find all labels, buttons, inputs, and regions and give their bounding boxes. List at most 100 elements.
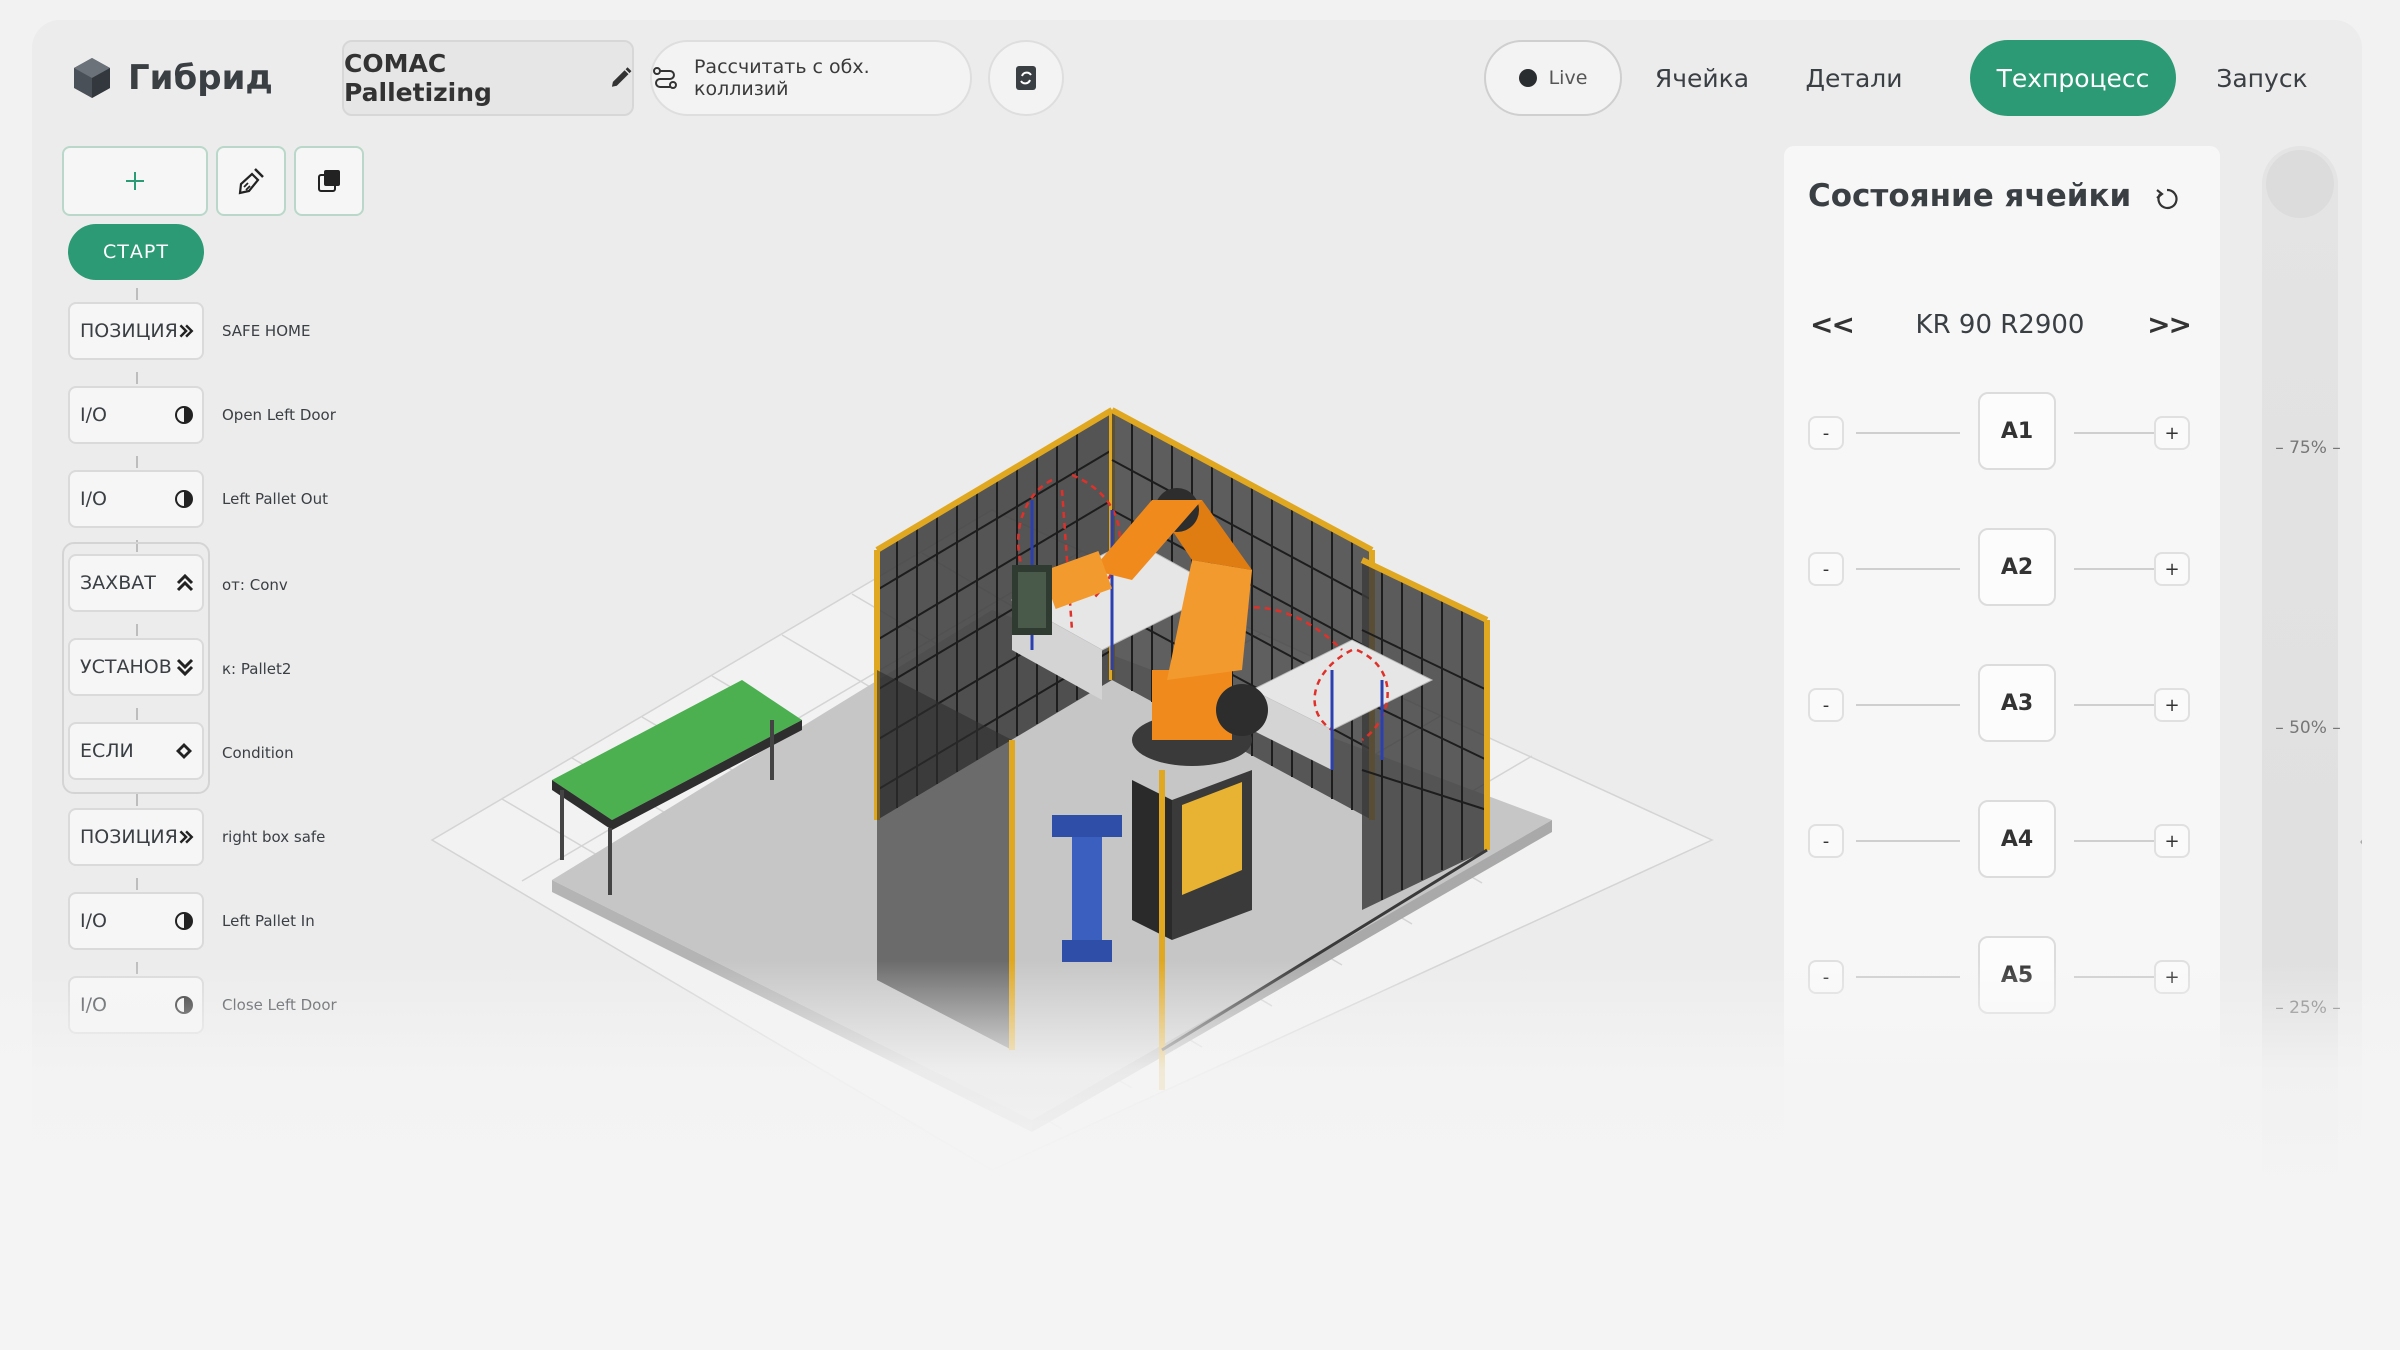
step-io-close-left-door[interactable]: I/O <box>68 976 204 1034</box>
live-status-dot <box>1518 69 1537 87</box>
axis-track <box>1856 840 1960 842</box>
app-window: Гибрид COMAC Palletizing Рассчитать с об… <box>32 20 2362 1330</box>
nav-cell[interactable]: Ячейка <box>1632 40 1772 116</box>
axis-row-a4: - A4 + <box>1808 800 2198 878</box>
step-type: I/O <box>80 910 107 932</box>
axis-row-a5: - A5 + <box>1808 936 2198 1014</box>
refresh-button[interactable] <box>2154 186 2180 216</box>
axis-track <box>1856 432 1960 434</box>
zoom-tick-25: – 25% – <box>2275 998 2341 1018</box>
zoom-slider-track[interactable] <box>2262 146 2338 1246</box>
step-connector <box>136 456 138 468</box>
step-type: I/O <box>80 994 107 1016</box>
step-label: Left Pallet Out <box>222 490 328 508</box>
step-position-right-box-safe[interactable]: ПОЗИЦИЯ <box>68 808 204 866</box>
nav-launch[interactable]: Запуск <box>2192 40 2332 116</box>
layers-icon <box>318 170 340 192</box>
step-connector <box>136 624 138 636</box>
axis-plus-button[interactable]: + <box>2154 824 2190 858</box>
step-type: ПОЗИЦИЯ <box>80 826 178 848</box>
double-chevron-up-icon <box>176 573 194 592</box>
nav-details[interactable]: Детали <box>1772 40 1936 116</box>
axis-minus-button[interactable]: - <box>1808 688 1844 722</box>
route-icon <box>652 67 677 89</box>
axis-label[interactable]: A4 <box>1978 800 2056 878</box>
step-grip[interactable]: ЗАХВАТ <box>68 554 204 612</box>
step-connector <box>136 794 138 806</box>
step-connector <box>136 962 138 974</box>
collapse-panel-button[interactable] <box>2358 820 2362 868</box>
step-label: SAFE HOME <box>222 322 311 340</box>
axis-row-a1: - A1 + <box>1808 392 2198 470</box>
live-label: Live <box>1548 67 1588 89</box>
zoom-tick-75: – 75% – <box>2275 438 2341 458</box>
calculate-collision-button[interactable]: Рассчитать с обх. коллизий <box>650 40 972 116</box>
nav-process[interactable]: Техпроцесс <box>1970 40 2176 116</box>
next-robot-button[interactable]: >> <box>2147 308 2192 341</box>
step-condition[interactable]: ЕСЛИ <box>68 722 204 780</box>
axis-minus-button[interactable]: - <box>1808 552 1844 586</box>
double-chevron-right-icon <box>179 324 194 338</box>
step-connector <box>136 372 138 384</box>
layers-button[interactable] <box>294 146 364 216</box>
half-circle-icon <box>175 406 193 424</box>
step-io-left-pallet-out[interactable]: I/O <box>68 470 204 528</box>
calculate-label: Рассчитать с обх. коллизий <box>693 56 870 100</box>
step-label: от: Conv <box>222 576 288 594</box>
axis-plus-button[interactable]: + <box>2154 688 2190 722</box>
axis-track <box>1856 976 1960 978</box>
step-connector <box>136 708 138 720</box>
clean-button[interactable] <box>216 146 286 216</box>
broom-icon <box>238 168 264 195</box>
double-chevron-right-icon <box>179 830 194 844</box>
logo-icon <box>74 58 110 98</box>
half-circle-icon <box>175 490 193 508</box>
axis-minus-button[interactable]: - <box>1808 824 1844 858</box>
start-button[interactable]: СТАРТ <box>68 224 204 280</box>
logo-text: Гибрид <box>128 58 273 98</box>
step-label: к: Pallet2 <box>222 660 292 678</box>
axis-label[interactable]: A2 <box>1978 528 2056 606</box>
half-circle-icon <box>175 996 193 1014</box>
cell-state-panel: Состояние ячейки << KR 90 R2900 >> - A1 … <box>1784 146 2220 1246</box>
robot-selector: << KR 90 R2900 >> <box>1810 308 2192 341</box>
cell-state-title: Состояние ячейки <box>1808 178 2132 214</box>
sync-file-button[interactable] <box>988 40 1064 116</box>
axis-label[interactable]: A3 <box>1978 664 2056 742</box>
pencil-icon <box>611 67 632 87</box>
axis-plus-button[interactable]: + <box>2154 960 2190 994</box>
diamond-icon <box>176 743 192 759</box>
half-circle-icon <box>175 912 193 930</box>
step-type: ЗАХВАТ <box>80 572 156 594</box>
step-connector <box>136 288 138 300</box>
step-io-open-left-door[interactable]: I/O <box>68 386 204 444</box>
plus-icon <box>126 172 144 190</box>
control-cabinet <box>1132 770 1252 940</box>
live-toggle[interactable]: Live <box>1484 40 1622 116</box>
chevron-left-icon <box>2360 839 2362 845</box>
robot-name: KR 90 R2900 <box>1915 309 2085 340</box>
app-logo[interactable]: Гибрид <box>70 56 273 100</box>
zoom-slider-handle[interactable] <box>2266 150 2334 218</box>
step-type: ПОЗИЦИЯ <box>80 320 178 342</box>
axis-minus-button[interactable]: - <box>1808 416 1844 450</box>
robot-cell-viewport[interactable] <box>372 350 1752 1170</box>
step-label: Left Pallet In <box>222 912 315 930</box>
zoom-tick-50: – 50% – <box>2275 718 2341 738</box>
project-name: COMAC Palletizing <box>344 49 492 107</box>
step-label: Close Left Door <box>222 996 337 1014</box>
add-step-button[interactable] <box>62 146 208 216</box>
step-label: Condition <box>222 744 294 762</box>
step-position-safe-home[interactable]: ПОЗИЦИЯ <box>68 302 204 360</box>
axis-label[interactable]: A1 <box>1978 392 2056 470</box>
axis-plus-button[interactable]: + <box>2154 416 2190 450</box>
axis-minus-button[interactable]: - <box>1808 960 1844 994</box>
axis-label[interactable]: A5 <box>1978 936 2056 1014</box>
step-io-left-pallet-in[interactable]: I/O <box>68 892 204 950</box>
step-place[interactable]: УСТАНОВ <box>68 638 204 696</box>
step-type: I/O <box>80 488 107 510</box>
project-name-button[interactable]: COMAC Palletizing <box>342 40 634 116</box>
axis-row-a3: - A3 + <box>1808 664 2198 742</box>
prev-robot-button[interactable]: << <box>1810 308 1855 341</box>
axis-plus-button[interactable]: + <box>2154 552 2190 586</box>
